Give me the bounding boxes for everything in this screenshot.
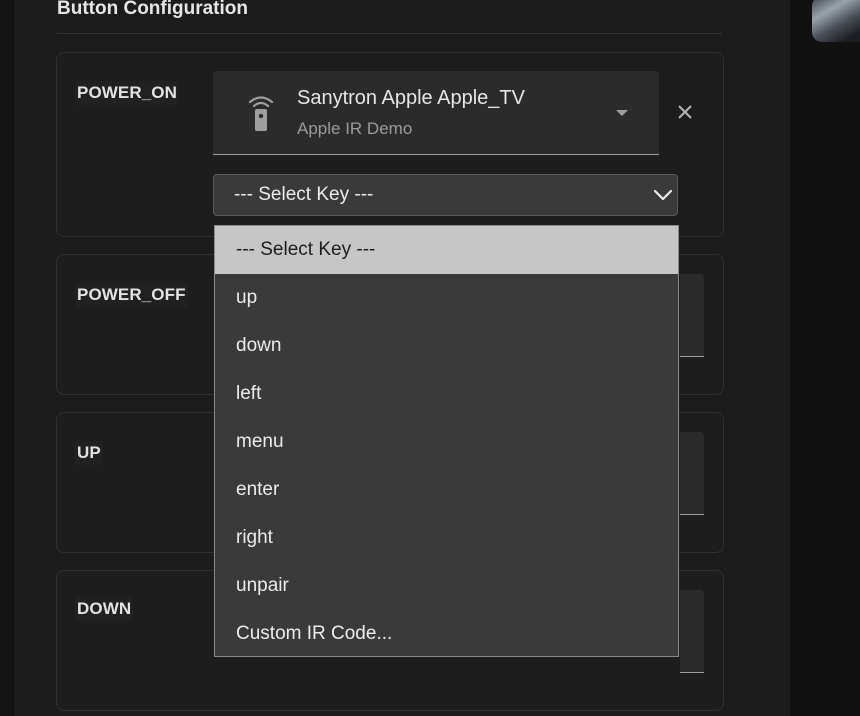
close-icon[interactable]	[667, 94, 703, 130]
entity-name: Sanytron Apple Apple_TV	[297, 87, 525, 109]
key-option-down[interactable]: down	[215, 322, 678, 370]
entity-picker[interactable]	[680, 590, 704, 673]
entity-subtitle: Apple IR Demo	[297, 119, 413, 138]
entity-picker[interactable]	[680, 274, 704, 357]
key-option-right[interactable]: right	[215, 514, 678, 562]
key-select-dropdown: --- Select Key --- up down left menu ent…	[214, 225, 679, 657]
key-option-unpair[interactable]: unpair	[215, 562, 678, 610]
left-edge	[0, 0, 14, 716]
chevron-down-icon	[653, 189, 673, 201]
key-option-enter[interactable]: enter	[215, 466, 678, 514]
remote-icon	[248, 96, 274, 131]
right-gutter	[790, 0, 860, 716]
button-label: DOWN	[75, 597, 134, 621]
key-option-left[interactable]: left	[215, 370, 678, 418]
key-option-up[interactable]: up	[215, 274, 678, 322]
key-select-value: --- Select Key ---	[234, 184, 374, 205]
key-option-placeholder[interactable]: --- Select Key ---	[215, 226, 678, 274]
button-label: POWER_ON	[75, 81, 179, 105]
button-label: UP	[75, 441, 103, 465]
entity-picker[interactable]: Sanytron Apple Apple_TV Apple IR Demo	[213, 71, 659, 155]
caret-down-icon[interactable]	[616, 110, 628, 116]
key-select[interactable]: --- Select Key ---	[213, 174, 678, 216]
section-divider	[57, 33, 722, 34]
key-option-menu[interactable]: menu	[215, 418, 678, 466]
key-option-custom-ir[interactable]: Custom IR Code...	[215, 610, 678, 658]
section-title: Button Configuration	[57, 0, 249, 19]
button-label: POWER_OFF	[75, 283, 188, 307]
media-thumbnail[interactable]	[812, 0, 860, 42]
entity-picker[interactable]	[680, 432, 704, 515]
